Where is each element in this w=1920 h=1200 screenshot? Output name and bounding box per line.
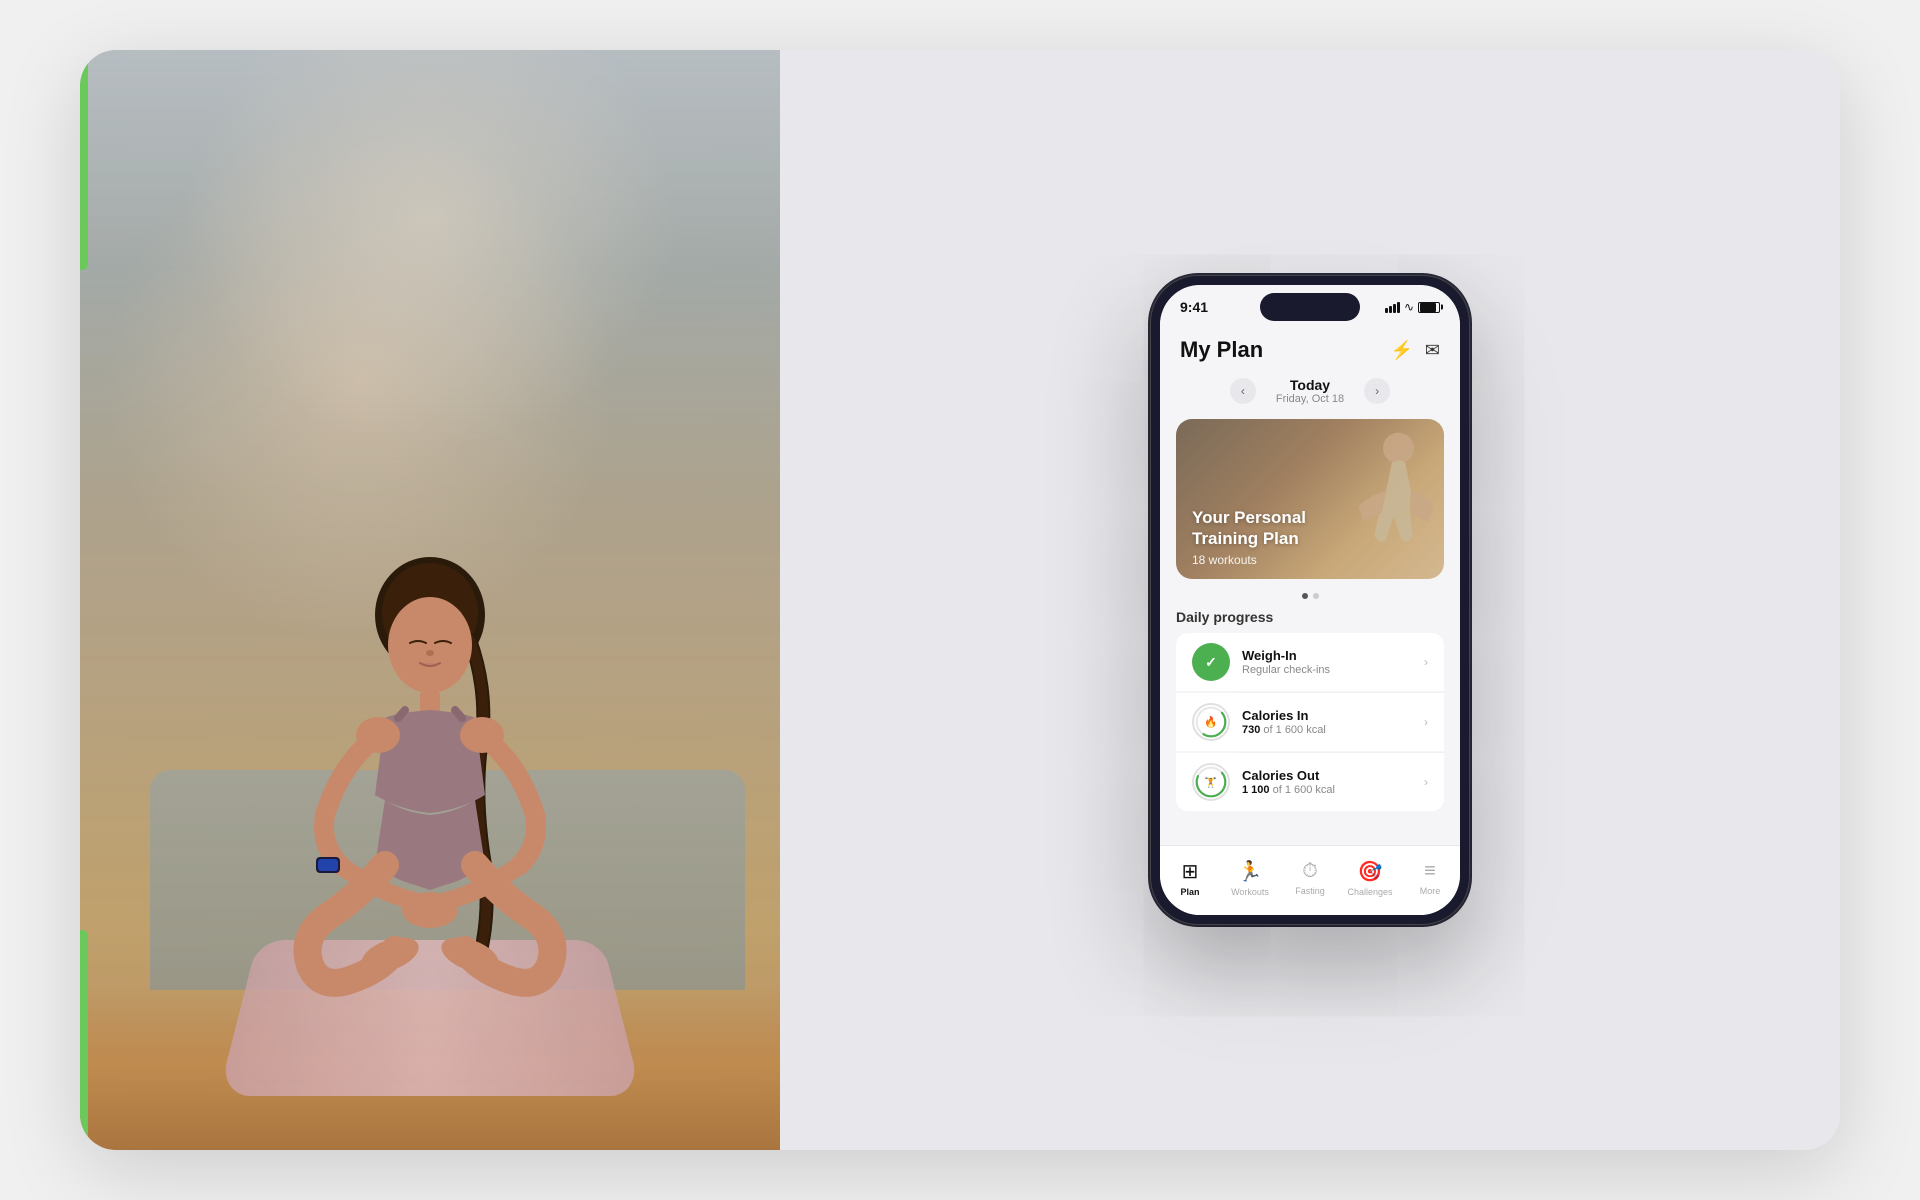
app-header: My Plan ⚡ ✉	[1160, 329, 1460, 371]
plan-nav-label: Plan	[1180, 887, 1199, 897]
svg-text:🏋: 🏋	[1205, 777, 1217, 789]
more-nav-icon: ≡	[1424, 860, 1436, 883]
signal-bars-icon	[1385, 302, 1400, 313]
check-icon: ✓	[1205, 654, 1217, 671]
progress-items-container: ✓ Weigh-In Regular check-ins ›	[1176, 633, 1444, 812]
banner-text-block: Your PersonalTraining Plan 18 workouts	[1192, 508, 1306, 567]
calories-out-item[interactable]: 🏋 Calories Out 1 100 of 1 600 kcal ›	[1176, 753, 1444, 811]
main-container: 9:41 ∿	[80, 50, 1840, 1150]
date-center: Today Friday, Oct 18	[1276, 377, 1344, 405]
battery-icon	[1418, 302, 1440, 313]
weigh-in-info: Weigh-In Regular check-ins	[1242, 648, 1412, 676]
status-time: 9:41	[1180, 299, 1208, 315]
wifi-icon: ∿	[1404, 300, 1414, 314]
workouts-nav-label: Workouts	[1231, 887, 1269, 897]
fasting-nav-label: Fasting	[1295, 886, 1325, 896]
nav-more[interactable]: ≡ More	[1400, 860, 1460, 896]
app-side: 9:41 ∿	[780, 50, 1840, 1150]
date-navigation: ‹ Today Friday, Oct 18 ›	[1160, 371, 1460, 411]
bottom-navigation: ⊞ Plan 🏃 Workouts ⏱ Fasting 🎯 Challenges	[1160, 845, 1460, 915]
plan-nav-icon: ⊞	[1182, 859, 1199, 884]
fasting-nav-icon: ⏱	[1302, 860, 1318, 883]
phone-screen: 9:41 ∿	[1160, 285, 1460, 915]
date-label: Today	[1276, 377, 1344, 393]
calories-out-info: Calories Out 1 100 of 1 600 kcal	[1242, 768, 1412, 796]
nav-plan[interactable]: ⊞ Plan	[1160, 859, 1220, 897]
calories-in-sub: 730 of 1 600 kcal	[1242, 724, 1412, 736]
banner-subtitle: 18 workouts	[1192, 553, 1306, 567]
calories-in-arrow: ›	[1424, 715, 1428, 729]
battery-fill	[1420, 303, 1436, 312]
training-plan-banner[interactable]: Your PersonalTraining Plan 18 workouts	[1176, 419, 1444, 579]
calories-in-value: 730	[1242, 724, 1260, 736]
yoga-person-svg	[230, 535, 630, 1095]
nav-challenges[interactable]: 🎯 Challenges	[1340, 859, 1400, 897]
header-icons: ⚡ ✉	[1390, 340, 1440, 361]
date-sublabel: Friday, Oct 18	[1276, 393, 1344, 405]
green-accent-bottom	[80, 930, 88, 1150]
weigh-in-sub: Regular check-ins	[1242, 664, 1412, 676]
notch	[1260, 293, 1360, 321]
challenges-nav-icon: 🎯	[1358, 859, 1383, 884]
weigh-in-item[interactable]: ✓ Weigh-In Regular check-ins ›	[1176, 633, 1444, 691]
calories-out-sub: 1 100 of 1 600 kcal	[1242, 784, 1412, 796]
banner-title: Your PersonalTraining Plan	[1192, 508, 1306, 549]
status-bar: 9:41 ∿	[1160, 285, 1460, 329]
calories-in-name: Calories In	[1242, 708, 1412, 723]
next-date-button[interactable]: ›	[1364, 378, 1390, 404]
nav-fasting[interactable]: ⏱ Fasting	[1280, 860, 1340, 896]
dot-1	[1302, 593, 1308, 599]
mail-icon[interactable]: ✉	[1425, 340, 1440, 361]
photo-side	[80, 50, 780, 1150]
calories-out-ring-svg: 🏋	[1194, 763, 1228, 801]
dots-indicator	[1160, 587, 1460, 605]
calories-out-name: Calories Out	[1242, 768, 1412, 783]
calories-in-icon-circle: 🔥	[1192, 703, 1230, 741]
prev-date-button[interactable]: ‹	[1230, 378, 1256, 404]
calories-out-value: 1 100	[1242, 784, 1270, 796]
more-nav-label: More	[1420, 886, 1441, 896]
green-accent-top	[80, 50, 88, 270]
calories-in-item[interactable]: 🔥 Calories In 730 of 1 600 kcal ›	[1176, 693, 1444, 751]
status-icons: ∿	[1385, 300, 1440, 314]
weigh-in-icon-circle: ✓	[1192, 643, 1230, 681]
challenges-nav-label: Challenges	[1347, 887, 1392, 897]
bolt-icon[interactable]: ⚡	[1390, 340, 1412, 361]
svg-text:🔥: 🔥	[1204, 716, 1217, 729]
app-title: My Plan	[1180, 337, 1263, 363]
calories-out-icon-circle: 🏋	[1192, 763, 1230, 801]
phone-frame: 9:41 ∿	[1150, 275, 1470, 925]
dot-2	[1313, 593, 1319, 599]
weigh-in-arrow: ›	[1424, 655, 1428, 669]
weigh-in-name: Weigh-In	[1242, 648, 1412, 663]
calories-in-info: Calories In 730 of 1 600 kcal	[1242, 708, 1412, 736]
workouts-nav-icon: 🏃	[1238, 859, 1263, 884]
calories-in-ring-svg: 🔥	[1194, 703, 1228, 741]
calories-out-arrow: ›	[1424, 775, 1428, 789]
daily-progress-label: Daily progress	[1160, 605, 1460, 633]
nav-workouts[interactable]: 🏃 Workouts	[1220, 859, 1280, 897]
scroll-content: Your PersonalTraining Plan 18 workouts D…	[1160, 411, 1460, 845]
banner-person-svg	[1324, 424, 1444, 579]
